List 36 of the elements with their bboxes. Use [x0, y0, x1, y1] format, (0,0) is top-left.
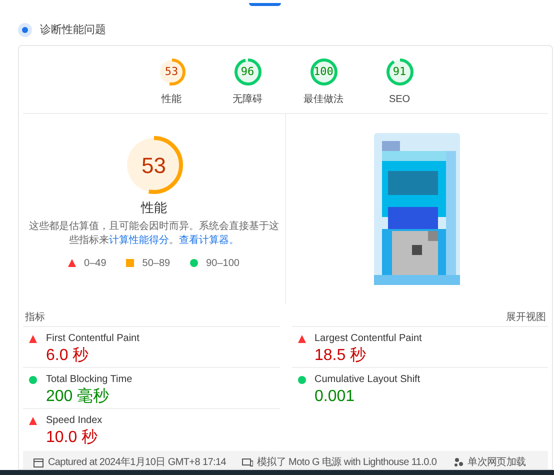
score-value: 100	[314, 64, 334, 80]
metric-value: 6.0 秒	[46, 347, 89, 364]
legend-label: 50–89	[142, 256, 170, 270]
devices-icon	[242, 457, 253, 468]
metric-value: 200 毫秒	[46, 388, 110, 405]
category-label[interactable]: SEO	[388, 92, 410, 107]
users-icon	[452, 457, 464, 468]
legend-label: 0–49	[84, 256, 106, 270]
category-label[interactable]: 性能	[162, 92, 182, 107]
score-description: 这些都是估算值，且可能会因时而异。系统会直接基于这些指标来计算性能得分。查看计算器。	[28, 220, 279, 248]
metric-name: Cumulative Layout Shift	[314, 373, 420, 387]
calendar-icon	[33, 457, 44, 468]
metric-name: Speed Index	[46, 414, 102, 428]
footer-info: Captured at 2024年1月10日 GMT+8 17:14	[48, 456, 226, 469]
metric-value: 18.5 秒	[314, 347, 366, 364]
metric-name: Total Blocking Time	[46, 373, 132, 387]
category-label[interactable]: 无障碍	[232, 92, 262, 107]
metric-name: Largest Contentful Paint	[314, 332, 422, 346]
link[interactable]: 计算性能得分	[108, 234, 169, 246]
metric-value: 0.001	[314, 388, 355, 405]
score-value: 53	[142, 152, 166, 180]
score-value: 91	[392, 64, 406, 80]
footer-info: 单次网页加载	[468, 456, 526, 469]
category-label[interactable]: 最佳做法	[304, 92, 344, 107]
score-title: 性能	[140, 199, 167, 217]
expand-view-link[interactable]: 展开视图	[506, 310, 546, 324]
legend-label: 90–100	[206, 256, 240, 270]
score-value: 53	[164, 64, 178, 80]
metric-value: 10.0 秒	[46, 429, 98, 446]
footer-info: 模拟了 Moto G 电源 with Lighthouse 11.0.0	[256, 456, 437, 469]
metrics-heading: 指标	[25, 310, 45, 324]
tab-indicator	[248, 3, 280, 6]
score-value: 96	[240, 64, 254, 80]
link[interactable]: 查看计算器。	[178, 234, 239, 246]
section-title: 诊断性能问题	[40, 22, 106, 38]
metric-name: First Contentful Paint	[46, 332, 140, 346]
